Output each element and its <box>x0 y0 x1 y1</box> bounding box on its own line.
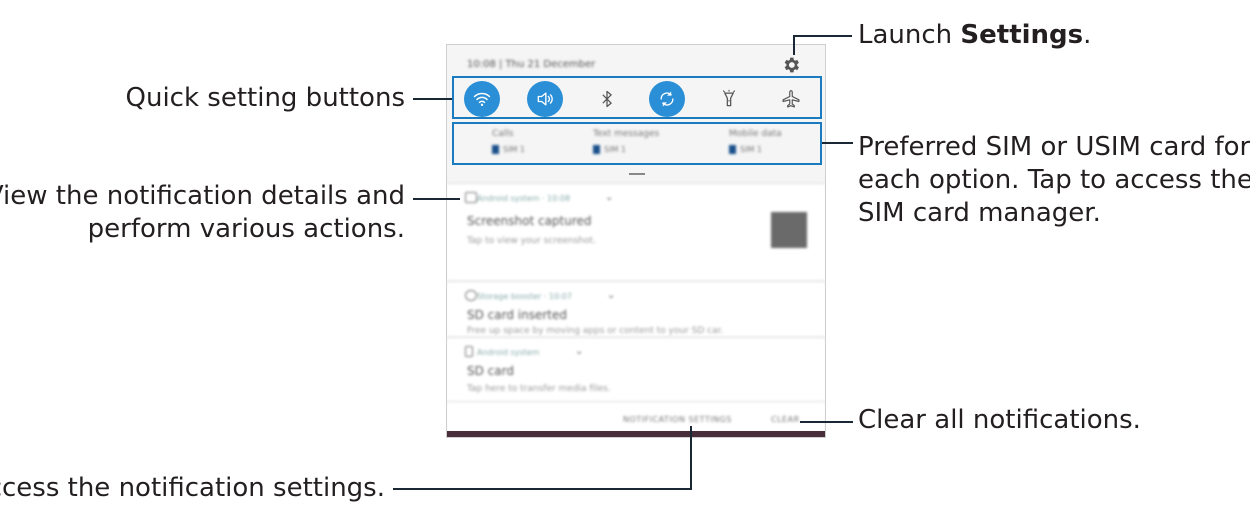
notification-footer: NOTIFICATION SETTINGS CLEAR <box>447 401 825 432</box>
callout-quick-setting-buttons: Quick setting buttons <box>125 83 406 113</box>
screenshot-thumbnail <box>771 212 807 248</box>
leader-line <box>822 142 853 144</box>
notification-title: SD card <box>467 364 514 378</box>
callout-view-details: View the notification details and perfor… <box>0 181 405 244</box>
leader-line <box>800 421 853 423</box>
callout-launch-settings: Launch Settings. <box>858 20 1092 50</box>
storage-icon <box>465 290 477 301</box>
notification-card[interactable]: Storage booster · 10:07 ⌄ SD card insert… <box>447 281 825 336</box>
callout-preferred-sim: Preferred SIM or USIM card for each opti… <box>858 132 1250 228</box>
clear-button[interactable]: CLEAR <box>771 415 800 424</box>
status-bar: 10:08 | Thu 21 December <box>447 45 825 79</box>
leader-line <box>413 98 452 100</box>
quick-settings-highlight <box>452 76 822 119</box>
chevron-down-icon[interactable]: ⌄ <box>575 346 583 357</box>
leader-line <box>793 35 795 55</box>
leader-line <box>690 426 692 490</box>
notification-app: Storage booster · 10:07 <box>477 292 572 301</box>
callout-clear-all: Clear all notifications. <box>858 405 1141 435</box>
sim-highlight <box>452 122 822 165</box>
chevron-down-icon[interactable]: ⌄ <box>605 192 613 203</box>
notification-title: Screenshot captured <box>467 214 592 228</box>
chevron-down-icon[interactable]: ⌄ <box>607 290 615 301</box>
notification-text: Free up space by moving apps or content … <box>467 326 724 336</box>
notification-app: Android system · 10:08 <box>477 194 571 203</box>
drag-handle[interactable] <box>629 173 645 175</box>
notification-settings-button[interactable]: NOTIFICATION SETTINGS <box>623 415 732 424</box>
sd-card-icon <box>465 346 473 357</box>
notification-card[interactable]: Android system ⌄ SD card Tap here to tra… <box>447 337 825 402</box>
wallpaper-strip <box>447 431 825 437</box>
leader-line <box>795 35 852 37</box>
callout-access-settings: Access the notification settings. <box>0 473 385 503</box>
leader-line <box>413 198 460 200</box>
notification-app: Android system <box>477 348 540 357</box>
gear-icon[interactable] <box>781 55 801 75</box>
notification-title: SD card inserted <box>467 308 567 322</box>
notification-text: Tap to view your screenshot. <box>467 236 596 246</box>
image-icon <box>465 192 477 203</box>
notification-text: Tap here to transfer media files. <box>467 384 611 394</box>
leader-line <box>393 488 692 490</box>
notification-card[interactable]: Android system · 10:08 ⌄ Screenshot capt… <box>447 183 825 280</box>
status-time: 10:08 | Thu 21 December <box>467 59 596 70</box>
